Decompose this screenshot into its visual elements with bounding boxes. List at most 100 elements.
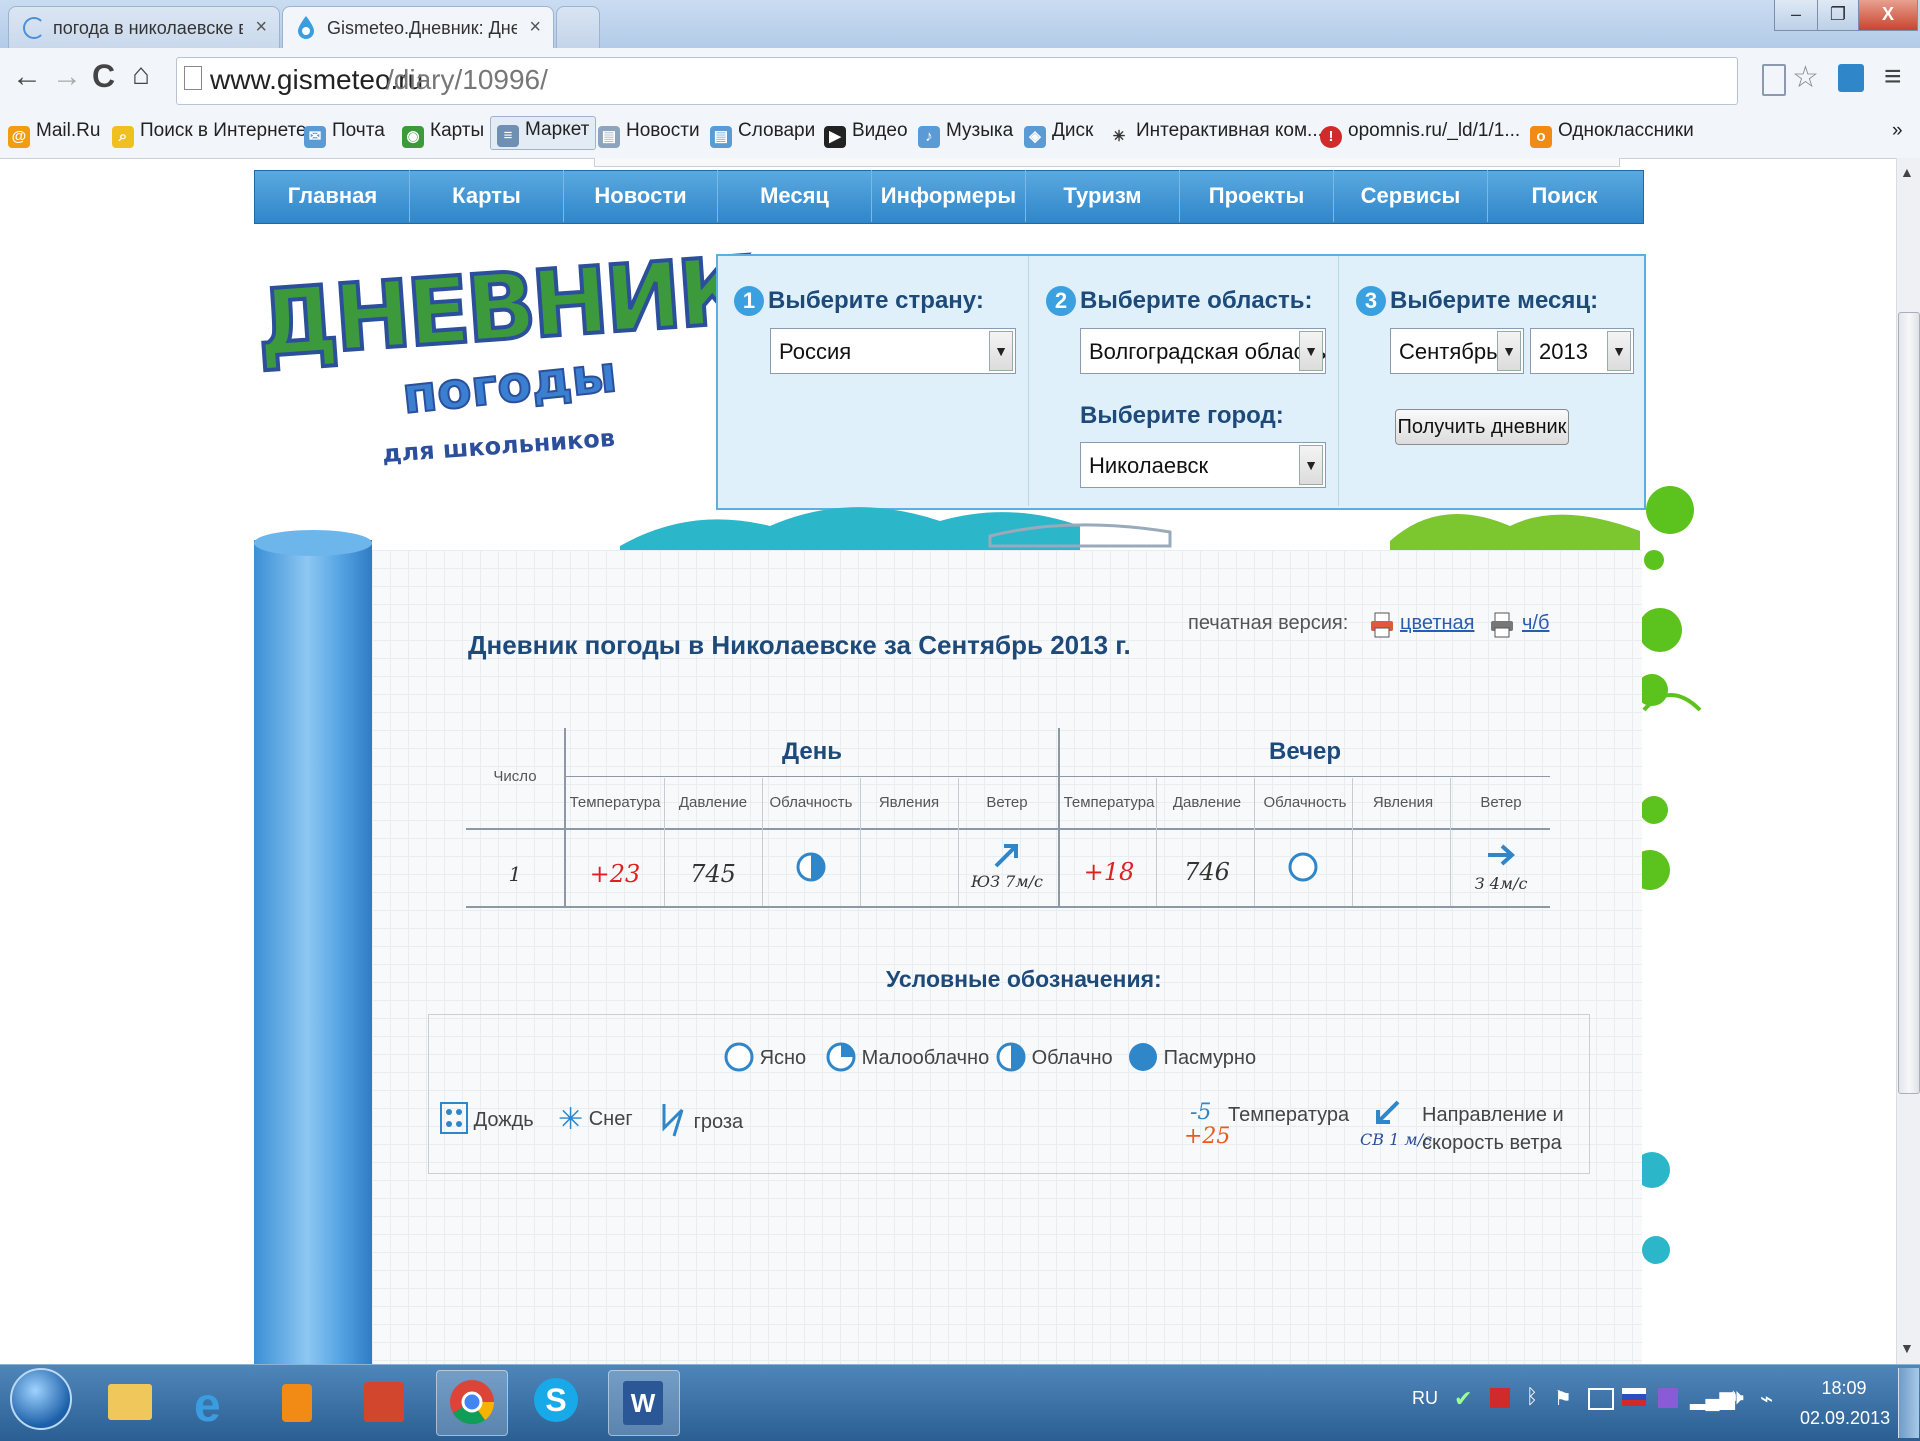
bookmark-mailru[interactable]: @ Mail.Ru	[8, 120, 100, 148]
nav-maps[interactable]: Карты	[410, 170, 564, 222]
bookmark-mail[interactable]: ✉ Почта	[304, 120, 385, 148]
wind-arrow-icon	[1372, 1098, 1402, 1133]
network-tray-icon[interactable]: ▂▄▆	[1690, 1386, 1735, 1411]
print-bw-link[interactable]: ч/б	[1522, 612, 1549, 635]
language-indicator[interactable]: RU	[1412, 1388, 1438, 1409]
wind-arrow-icon	[1486, 842, 1516, 873]
media-player-icon[interactable]	[264, 1370, 334, 1434]
tab-inactive[interactable]: погода в николаевске во ×	[8, 6, 280, 50]
explorer-icon[interactable]	[96, 1370, 166, 1434]
clear-icon	[724, 1042, 754, 1072]
restore-button[interactable]: ❐	[1817, 0, 1859, 31]
bookmark-odnoklassniki[interactable]: o Одноклассники	[1530, 120, 1694, 148]
minimize-button[interactable]: –	[1774, 0, 1818, 31]
overcast-icon	[1129, 1043, 1157, 1071]
legend-clear: Ясно	[724, 1042, 806, 1072]
legend-snow: ✳ Снег	[558, 1103, 633, 1136]
bookmarks-overflow[interactable]: »	[1892, 120, 1903, 142]
bookmark-maps[interactable]: ◉ Карты	[402, 120, 484, 148]
nav-projects[interactable]: Проекты	[1180, 170, 1334, 222]
new-tab-button[interactable]	[556, 6, 600, 50]
show-desktop-button[interactable]	[1898, 1368, 1919, 1438]
header-date: Число	[493, 768, 537, 785]
bookmark-star-icon[interactable]: ☆	[1792, 60, 1819, 95]
check-tray-icon[interactable]: ✔	[1454, 1386, 1472, 1412]
power-tray-icon[interactable]: ⌁	[1760, 1386, 1773, 1412]
volume-tray-icon[interactable]: 🕪	[1730, 1384, 1744, 1410]
region-select[interactable]: Волгоградская область ▼	[1080, 328, 1326, 374]
close-tab-icon[interactable]: ×	[255, 16, 267, 39]
clock-date[interactable]: 02.09.2013	[1800, 1408, 1890, 1429]
start-button[interactable]	[10, 1368, 72, 1430]
evening-temperature: +18	[1083, 858, 1135, 886]
wind-arrow-icon	[992, 840, 1022, 875]
close-tab-icon[interactable]: ×	[529, 16, 541, 39]
bluetooth-tray-icon[interactable]: ᛒ	[1526, 1386, 1538, 1409]
scroll-down-icon[interactable]: ▼	[1900, 1340, 1914, 1356]
url-path: /diary/10996/	[386, 64, 548, 95]
chevron-down-icon: ▼	[1607, 331, 1631, 371]
forward-icon[interactable]: →	[52, 60, 82, 94]
skype-icon[interactable]: S	[522, 1370, 592, 1434]
step-month-label: 3 Выберите месяц:	[1356, 286, 1598, 316]
city-select[interactable]: Николаевск ▼	[1080, 442, 1326, 488]
nav-news[interactable]: Новости	[564, 170, 718, 222]
bookmark-video[interactable]: ▶ Видео	[824, 120, 908, 148]
bookmark-disk[interactable]: ◈ Диск	[1024, 120, 1093, 148]
language-flag-icon[interactable]	[1622, 1388, 1646, 1406]
scroll-thumb[interactable]	[1898, 312, 1920, 1094]
bookmark-interactive[interactable]: ✳ Интерактивная ком...	[1108, 120, 1323, 148]
bookmark-music[interactable]: ♪ Музыка	[918, 120, 1013, 148]
word-icon[interactable]: W	[608, 1370, 680, 1436]
monitor-tray-icon[interactable]	[1588, 1388, 1614, 1410]
home-icon[interactable]: ⌂	[132, 58, 150, 92]
page-action-icon[interactable]	[1762, 64, 1786, 96]
bookmark-dictionaries[interactable]: ▤ Словари	[710, 120, 815, 148]
clock-time[interactable]: 18:09	[1812, 1378, 1876, 1399]
legend-cloudy: Облачно	[996, 1042, 1113, 1072]
bookmark-search[interactable]: ⌕ Поиск в Интернете	[112, 120, 307, 148]
extension-icon[interactable]	[1838, 64, 1864, 92]
antivirus-tray-icon[interactable]	[1490, 1388, 1510, 1408]
paint-splash-decoration	[620, 507, 1640, 556]
close-window-button[interactable]: X	[1858, 0, 1918, 31]
menu-icon[interactable]: ≡	[1884, 60, 1902, 94]
back-icon[interactable]: ←	[12, 60, 42, 94]
bookmark-news[interactable]: ▤ Новости	[598, 120, 700, 148]
month-select[interactable]: Сентябрь ▼	[1390, 328, 1524, 374]
reload-icon[interactable]: C	[92, 58, 115, 95]
col-wind: Ветер	[986, 794, 1028, 811]
internet-explorer-icon[interactable]: e	[180, 1370, 250, 1434]
col-pressure: Давление	[1172, 794, 1242, 811]
get-diary-button[interactable]: Получить дневник	[1395, 409, 1569, 445]
flag-tray-icon[interactable]: ⚑	[1554, 1386, 1572, 1411]
printer-icon	[1370, 612, 1394, 638]
step-country-label: 1 Выберите страну:	[734, 286, 984, 316]
day-temperature: +23	[589, 860, 641, 888]
nav-tourism[interactable]: Туризм	[1026, 170, 1180, 222]
legend-wind-line1: Направление и	[1422, 1104, 1564, 1126]
bookmark-opomnis[interactable]: ! opomnis.ru/_ld/1/1...	[1320, 120, 1520, 148]
country-select[interactable]: Россия ▼	[770, 328, 1016, 374]
chrome-icon[interactable]	[436, 1370, 508, 1436]
col-temperature: Температура	[1063, 794, 1155, 811]
legend-overcast: Пасмурно	[1128, 1042, 1256, 1072]
bookmark-market[interactable]: ≡ Маркет	[490, 116, 597, 150]
app-tray-icon[interactable]	[1658, 1388, 1678, 1408]
table-rule	[466, 906, 1550, 908]
nav-search[interactable]: Поиск	[1488, 170, 1641, 222]
nav-home[interactable]: Главная	[256, 170, 410, 222]
tab-active[interactable]: Gismeteo.Дневник: Днев ×	[282, 6, 554, 49]
print-color-link[interactable]: цветная	[1400, 612, 1474, 635]
year-select[interactable]: 2013 ▼	[1530, 328, 1634, 374]
chevron-down-icon: ▼	[1497, 331, 1521, 371]
chevron-down-icon: ▼	[1299, 445, 1323, 485]
nav-informers[interactable]: Информеры	[872, 170, 1026, 222]
nav-services[interactable]: Сервисы	[1334, 170, 1488, 222]
rain-icon	[440, 1102, 468, 1134]
legend-temp-negative: -5	[1190, 1100, 1212, 1125]
cloudy-icon	[996, 1042, 1026, 1072]
powerpoint-icon[interactable]	[350, 1370, 420, 1434]
nav-month[interactable]: Месяц	[718, 170, 872, 222]
scroll-up-icon[interactable]: ▲	[1900, 164, 1914, 180]
